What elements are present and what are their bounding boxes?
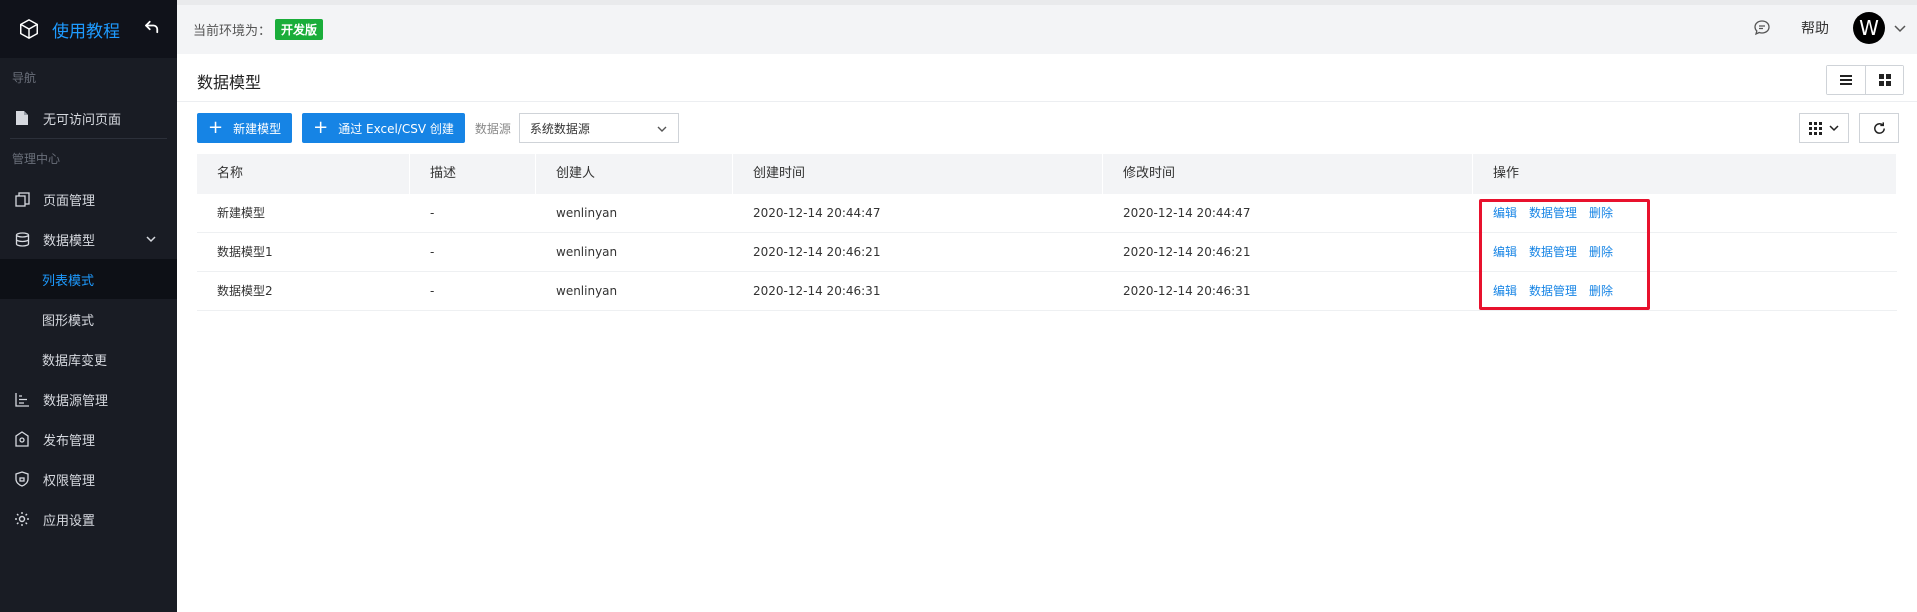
cell-creator: wenlinyan — [556, 245, 618, 259]
page-header: 数据模型 — [177, 54, 1917, 102]
publish-icon — [14, 431, 30, 447]
cell-desc: - — [430, 284, 435, 298]
avatar[interactable]: W — [1853, 12, 1885, 44]
sidebar-item-label: 无可访问页面 — [43, 112, 122, 128]
column-settings-button[interactable] — [1799, 113, 1849, 143]
sidebar-item-pages[interactable]: 页面管理 — [0, 179, 177, 219]
sidebar-item-list-mode[interactable]: 列表模式 — [0, 259, 177, 299]
new-model-label: 新建模型 — [233, 121, 282, 136]
table-tools — [1799, 113, 1899, 143]
plus-icon: + — [208, 117, 224, 138]
sidebar-item-label: 数据模型 — [43, 233, 96, 249]
datasource-select[interactable]: 系统数据源 — [518, 113, 679, 143]
file-icon — [14, 110, 30, 126]
datasource-value: 系统数据源 — [529, 121, 590, 136]
sidebar-item-label: 权限管理 — [43, 473, 96, 489]
database-icon — [14, 231, 30, 247]
columns-icon — [1808, 121, 1822, 135]
grid-view-button[interactable] — [1865, 66, 1903, 94]
chevron-down-icon — [657, 126, 667, 132]
column-header-modified: 修改时间 — [1103, 154, 1473, 194]
toolbar: + 新建模型 + 通过 Excel/CSV 创建 数据源 系统数据源 — [197, 113, 679, 143]
chevron-down-icon — [1828, 125, 1839, 132]
column-header-creator: 创建人 — [536, 154, 733, 194]
cell-name: 数据模型1 — [217, 245, 273, 259]
sidebar-item-label: 页面管理 — [43, 193, 96, 209]
sidebar-item-graph-mode[interactable]: 图形模式 — [0, 299, 177, 339]
list-icon — [1840, 75, 1852, 85]
back-icon[interactable] — [143, 18, 161, 36]
import-csv-button[interactable]: + 通过 Excel/CSV 创建 — [302, 113, 465, 143]
app-title[interactable]: 使用教程 — [52, 17, 120, 42]
grid-icon — [1878, 74, 1891, 86]
cell-name: 新建模型 — [217, 206, 266, 220]
pages-icon — [14, 191, 30, 207]
sidebar: 使用教程 导航 无可访问页面 管理中心 页面管理 数据模型 列表模式 图形模式 … — [0, 0, 177, 612]
sidebar-header: 使用教程 — [0, 0, 177, 58]
cell-created: 2020-12-14 20:44:47 — [753, 206, 881, 220]
cell-created: 2020-12-14 20:46:31 — [753, 284, 881, 298]
page-title: 数据模型 — [197, 73, 262, 92]
sidebar-item-label: 应用设置 — [43, 513, 96, 529]
column-header-actions: 操作 — [1473, 154, 1897, 194]
cell-modified: 2020-12-14 20:46:31 — [1123, 284, 1251, 298]
cube-logo-icon — [20, 18, 38, 40]
chat-icon[interactable] — [1753, 19, 1771, 37]
cell-desc: - — [430, 245, 435, 259]
help-link[interactable]: 帮助 — [1801, 18, 1829, 38]
cell-creator: wenlinyan — [556, 206, 618, 220]
cell-name: 数据模型2 — [217, 284, 273, 298]
permission-icon — [14, 471, 30, 487]
sidebar-item-app-settings[interactable]: 应用设置 — [0, 499, 177, 539]
cell-created: 2020-12-14 20:46:21 — [753, 245, 881, 259]
sidebar-item-label: 列表模式 — [42, 273, 95, 289]
cell-creator: wenlinyan — [556, 284, 618, 298]
table-header: 名称 描述 创建人 创建时间 修改时间 操作 — [197, 154, 1897, 194]
highlight-annotation-box — [1479, 199, 1650, 310]
cell-modified: 2020-12-14 20:46:21 — [1123, 245, 1251, 259]
plus-icon: + — [313, 117, 329, 138]
column-header-created: 创建时间 — [733, 154, 1103, 194]
sidebar-item-datasource[interactable]: 数据源管理 — [0, 379, 177, 419]
group-nav-label: 导航 — [12, 71, 37, 85]
view-toggle — [1826, 65, 1904, 95]
column-header-name: 名称 — [197, 154, 410, 194]
env-label: 当前环境为： — [193, 24, 272, 39]
sidebar-item-data-model[interactable]: 数据模型 — [0, 219, 177, 259]
top-right-actions: 帮助 W — [1753, 12, 1907, 44]
sidebar-item-label: 发布管理 — [43, 433, 96, 449]
list-view-button[interactable] — [1827, 66, 1865, 94]
sidebar-item-label: 数据库变更 — [42, 353, 108, 369]
sidebar-item-label: 数据源管理 — [43, 393, 109, 409]
sidebar-item-publish[interactable]: 发布管理 — [0, 419, 177, 459]
gear-icon — [14, 511, 30, 527]
new-model-button[interactable]: + 新建模型 — [197, 113, 293, 143]
cell-desc: - — [430, 206, 435, 220]
datasource-icon — [14, 391, 30, 407]
sidebar-item-db-change[interactable]: 数据库变更 — [0, 339, 177, 379]
chevron-down-icon[interactable] — [1893, 21, 1907, 35]
datasource-label: 数据源 — [474, 121, 511, 136]
chevron-down-icon[interactable] — [145, 233, 157, 245]
refresh-button[interactable] — [1859, 113, 1899, 143]
top-bar: 当前环境为： 开发版 帮助 W — [177, 0, 1917, 54]
sidebar-item-label: 图形模式 — [42, 313, 95, 329]
env-badge: 开发版 — [275, 19, 324, 40]
import-csv-label: 通过 Excel/CSV 创建 — [338, 121, 454, 136]
group-admin-label: 管理中心 — [12, 152, 61, 166]
sidebar-item-no-access[interactable]: 无可访问页面 — [0, 98, 177, 138]
sidebar-item-permission[interactable]: 权限管理 — [0, 459, 177, 499]
column-header-desc: 描述 — [410, 154, 536, 194]
cell-modified: 2020-12-14 20:44:47 — [1123, 206, 1251, 220]
refresh-icon — [1873, 121, 1885, 134]
